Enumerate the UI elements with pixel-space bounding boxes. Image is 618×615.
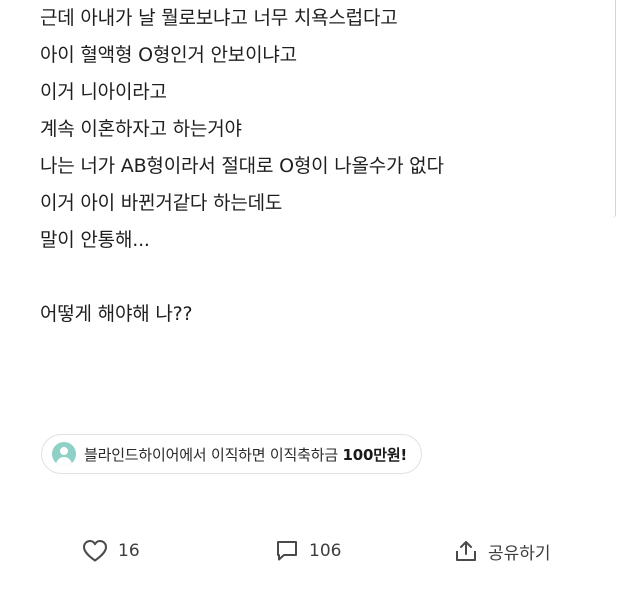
comment-bubble-icon bbox=[277, 541, 297, 561]
like-button[interactable]: 16 bbox=[82, 531, 140, 571]
post-body: 근데 아내가 날 뭘로보냐고 너무 치욕스럽다고 아이 혈액형 O형인거 안보이… bbox=[40, 0, 600, 333]
post-text-line: 근데 아내가 날 뭘로보냐고 너무 치욕스럽다고 bbox=[40, 7, 398, 29]
action-bar: 16 106 공유하기 bbox=[0, 531, 618, 571]
post-text-line: 이거 아이 바뀐거같다 하는데도 bbox=[40, 192, 283, 214]
share-upload-icon bbox=[456, 541, 476, 561]
promo-text-prefix: 블라인드하이어에서 이직하면 이직축하금 bbox=[84, 445, 343, 464]
comment-count: 106 bbox=[309, 541, 342, 561]
promo-banner[interactable]: 블라인드하이어에서 이직하면 이직축하금 100만원! bbox=[41, 434, 423, 474]
user-avatar-icon bbox=[52, 442, 76, 466]
scrollbar-thumb[interactable] bbox=[612, 0, 616, 218]
promo-text: 블라인드하이어에서 이직하면 이직축하금 100만원! bbox=[84, 444, 407, 465]
promo-text-highlight: 100만원! bbox=[342, 445, 408, 464]
heart-outline-icon bbox=[83, 540, 107, 562]
share-label: 공유하기 bbox=[488, 543, 551, 564]
post-text-line: 계속 이혼하자고 하는거야 bbox=[40, 118, 242, 140]
post-text-line: 나는 너가 AB형이라서 절대로 O형이 나올수가 없다 bbox=[40, 155, 444, 177]
comment-button[interactable]: 106 bbox=[275, 531, 341, 571]
post-text-line: 말이 안통해... bbox=[40, 229, 150, 251]
like-count: 16 bbox=[118, 541, 140, 561]
share-button[interactable]: 공유하기 bbox=[454, 531, 551, 571]
post-text-line: 아이 혈액형 O형인거 안보이냐고 bbox=[40, 44, 297, 66]
scrollbar[interactable] bbox=[602, 0, 618, 225]
post-text-line: 이거 니아이라고 bbox=[40, 81, 167, 103]
post-text-line: 어떻게 해야해 나?? bbox=[40, 303, 193, 325]
